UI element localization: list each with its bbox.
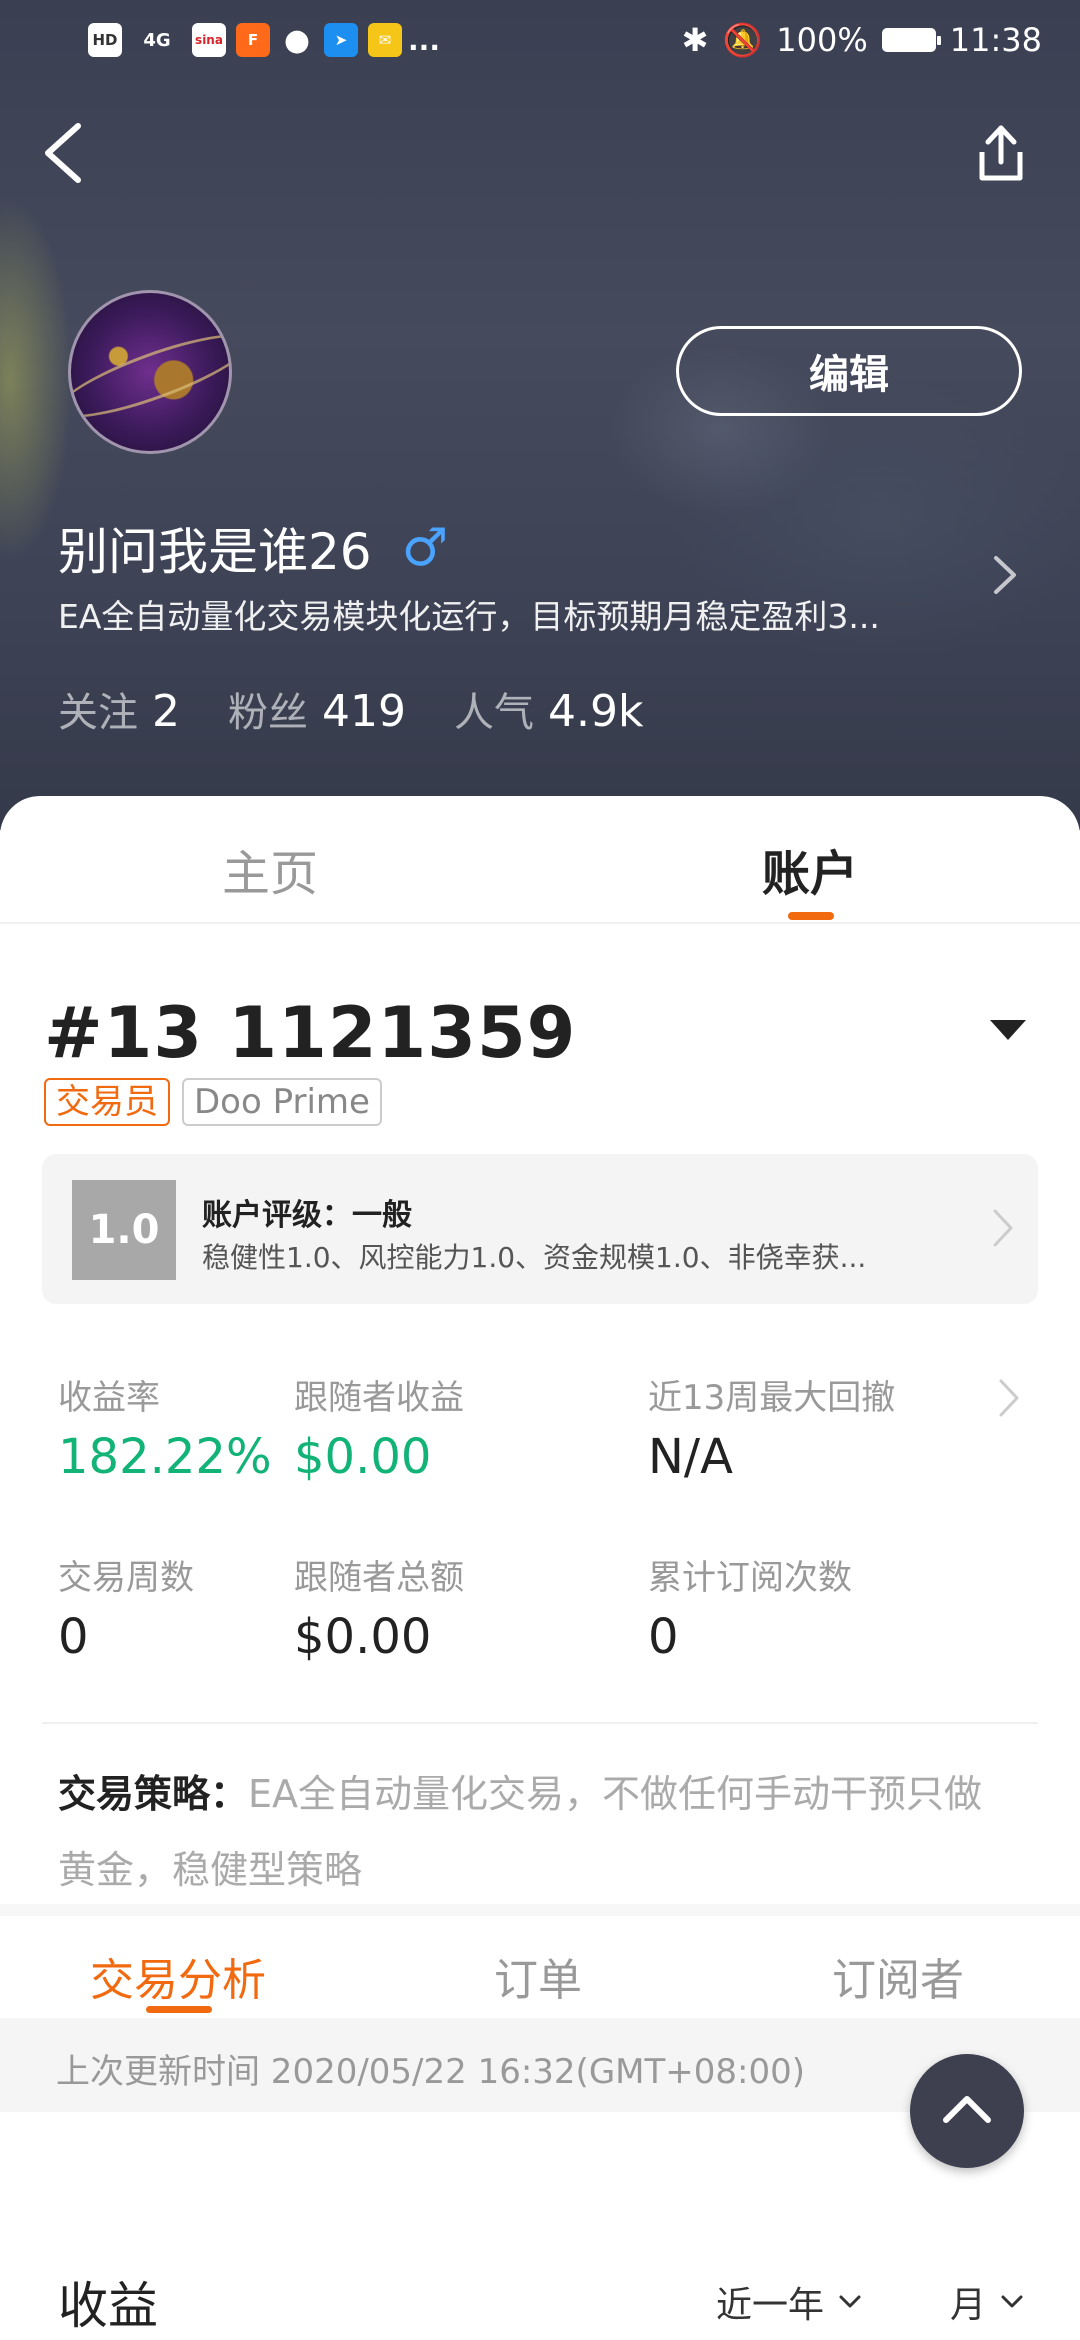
metric-value: $0.00: [294, 1429, 432, 1485]
mute-icon: 🔕: [722, 21, 763, 59]
period-filter[interactable]: 近一年: [716, 2276, 862, 2328]
stat-followers[interactable]: 粉丝 419: [228, 680, 406, 738]
profile-stats: 关注 2 粉丝 419 人气 4.9k: [58, 680, 643, 738]
bluetooth-icon: ✱: [681, 21, 709, 59]
tab-subscribers[interactable]: 订阅者: [832, 1944, 964, 2008]
stat-label: 粉丝: [228, 690, 308, 736]
metric-value: 182.22%: [58, 1429, 272, 1485]
tab-home[interactable]: 主页: [222, 834, 318, 904]
avatar[interactable]: [68, 290, 232, 454]
edit-profile-button[interactable]: 编辑: [676, 326, 1022, 416]
stat-value: 2: [152, 686, 180, 737]
broker-tag: Doo Prime: [182, 1078, 382, 1126]
weibo-icon: sina: [192, 23, 226, 57]
metric-label: 收益率: [58, 1378, 160, 1418]
metric-label: 跟随者总额: [294, 1558, 464, 1598]
metric-trading-weeks: 交易周数 0: [58, 1550, 194, 1665]
divider: [42, 1722, 1038, 1724]
period-filter-label: 近一年: [716, 2285, 825, 2326]
share-icon[interactable]: [966, 118, 1036, 188]
section-title-returns: 收益: [58, 2277, 158, 2335]
metric-label: 近13周最大回撤: [648, 1378, 896, 1418]
battery-icon: [881, 28, 941, 52]
account-tags: 交易员 Doo Prime: [44, 1078, 382, 1126]
strategy-label: 交易策略：: [58, 1772, 249, 1816]
metric-follower-total: 跟随者总额 $0.00: [294, 1550, 464, 1665]
scroll-to-top-button[interactable]: [910, 2054, 1024, 2168]
section-separator: [0, 1904, 1080, 1916]
main-tabs: 主页 账户: [0, 796, 1080, 924]
analysis-tabs: 交易分析 订单 订阅者: [0, 1916, 1080, 2008]
metric-value: $0.00: [294, 1609, 432, 1665]
metric-max-drawdown: 近13周最大回撤 N/A: [648, 1370, 895, 1485]
username-row[interactable]: 别问我是谁26 ♂: [58, 512, 448, 584]
stat-value: 419: [322, 686, 406, 737]
account-rating-card[interactable]: 1.0 账户评级：一般 稳健性1.0、风控能力1.0、资金规模1.0、非侥幸获.…: [42, 1154, 1038, 1304]
app-f-icon: F: [236, 23, 270, 57]
metric-follower-profit: 跟随者收益 $0.00: [294, 1370, 464, 1485]
account-number: #13 1121359: [44, 992, 577, 1074]
mail-icon: ✉: [368, 23, 402, 57]
metric-value: N/A: [648, 1429, 733, 1485]
status-system-icons: ✱ 🔕 100% 11:38: [682, 18, 1042, 62]
more-notifications-icon: ...: [408, 23, 440, 57]
metric-value: 0: [58, 1609, 89, 1665]
stat-value: 4.9k: [547, 686, 644, 737]
tab-account[interactable]: 账户: [762, 834, 858, 904]
chevron-down-icon: [1001, 2295, 1023, 2308]
profile-bio: EA全自动量化交易模块化运行，目标预期月稳定盈利3...: [58, 597, 880, 636]
bird-app-icon: ➤: [324, 23, 358, 57]
last-update-time: 上次更新时间 2020/05/22 16:32(GMT+08:00): [56, 2052, 806, 2092]
male-gender-icon: ♂: [401, 518, 449, 578]
hd-icon: HD: [88, 23, 122, 57]
metric-return-rate: 收益率 182.22%: [58, 1370, 272, 1485]
metric-subscription-count: 累计订阅次数 0: [648, 1550, 852, 1665]
signal-icon: 4G: [143, 29, 171, 51]
message-bubble-icon: ●: [283, 22, 311, 58]
rating-title: 账户评级：一般: [202, 1198, 412, 1233]
chevron-right-icon[interactable]: [998, 1378, 1020, 1418]
metric-label: 交易周数: [58, 1558, 194, 1598]
metric-label: 跟随者收益: [294, 1378, 464, 1418]
battery-percent: 100%: [776, 21, 868, 59]
status-bar: HD 4G sina F ● ➤ ✉ ... ✱ 🔕 100% 11:38: [0, 0, 1080, 80]
account-dropdown-icon[interactable]: [990, 1020, 1026, 1040]
chevron-down-icon: [839, 2295, 861, 2308]
clock: 11:38: [949, 21, 1042, 59]
unit-filter-label: 月: [950, 2285, 987, 2326]
rating-score: 1.0: [72, 1180, 176, 1280]
metric-label: 累计订阅次数: [648, 1558, 852, 1598]
status-notification-icons: HD 4G sina F ● ➤ ✉ ...: [88, 18, 440, 62]
unit-filter[interactable]: 月: [950, 2276, 1024, 2328]
active-tab-indicator: [788, 912, 834, 920]
tab-trading-analysis[interactable]: 交易分析: [90, 1944, 266, 2008]
tab-orders[interactable]: 订单: [494, 1944, 582, 2008]
rating-description: 稳健性1.0、风控能力1.0、资金规模1.0、非侥幸获...: [202, 1241, 867, 1274]
profile-header: HD 4G sina F ● ➤ ✉ ... ✱ 🔕 100% 11:38 编辑…: [0, 0, 1080, 830]
stat-following[interactable]: 关注 2: [58, 680, 180, 738]
metric-value: 0: [648, 1609, 679, 1665]
chevron-right-icon: [993, 1209, 1013, 1247]
active-subtab-indicator: [146, 2006, 212, 2013]
back-arrow-icon[interactable]: [36, 118, 96, 188]
username: 别问我是谁26: [58, 523, 372, 581]
stat-label: 关注: [58, 690, 138, 736]
trader-tag: 交易员: [44, 1078, 170, 1126]
stat-popularity: 人气 4.9k: [454, 680, 643, 738]
chevron-right-icon[interactable]: [990, 552, 1020, 598]
trading-strategy: 交易策略：EA全自动量化交易，不做任何手动干预只做黄金，稳健型策略: [58, 1756, 1018, 1908]
stat-label: 人气: [453, 690, 534, 736]
content-panel: 主页 账户 #13 1121359 交易员 Doo Prime 1.0 账户评级…: [0, 796, 1080, 2340]
